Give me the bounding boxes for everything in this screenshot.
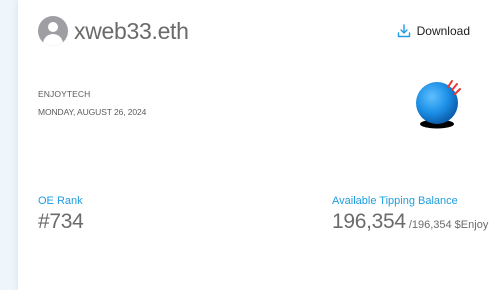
meta-info: ENJOYTECH MONDAY, AUGUST 26, 2024: [38, 89, 146, 117]
card-header: xweb33.eth Download: [38, 15, 470, 47]
download-button[interactable]: Download: [397, 24, 470, 38]
tipping-balance-total: /196,354 $Enjoy: [408, 219, 489, 231]
download-icon: [397, 24, 410, 38]
oe-rank-value: #734: [38, 210, 84, 233]
brand-name: ENJOYTECH: [38, 89, 91, 99]
download-label: Download: [416, 24, 470, 38]
tipping-balance-label: Available Tipping Balance: [332, 195, 458, 207]
tipping-balance-block: Available Tipping Balance 196,354 /196,3…: [332, 195, 488, 234]
tipping-balance-line: 196,354 /196,354 $Enjoy: [332, 210, 488, 234]
avatar[interactable]: [38, 16, 68, 46]
tipping-balance-value: 196,354: [332, 210, 406, 233]
user-identity: xweb33.eth: [38, 16, 189, 46]
username: xweb33.eth: [74, 17, 189, 44]
date-text: MONDAY, AUGUST 26, 2024: [38, 107, 147, 117]
oe-rank-label: OE Rank: [38, 195, 83, 207]
oe-rank-block: OE Rank #734: [38, 195, 84, 234]
blue-ball-logo-icon: [416, 80, 461, 129]
profile-card: xweb33.eth Download ENJOYTECH MONDAY, AU…: [18, 0, 500, 290]
